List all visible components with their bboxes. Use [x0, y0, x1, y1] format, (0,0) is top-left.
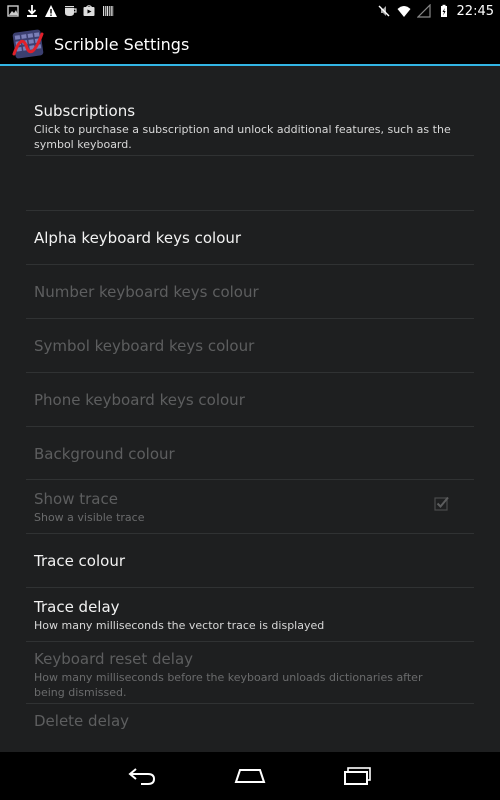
warning-icon: [45, 5, 57, 17]
pref-summary: Click to purchase a subscription and unl…: [34, 123, 451, 151]
pref-title: Number keyboard keys colour: [34, 283, 259, 301]
navigation-bar: [0, 752, 500, 800]
pref-title: Phone keyboard keys colour: [34, 391, 245, 409]
back-button[interactable]: [102, 752, 182, 800]
pref-delete-delay: Delete delay: [26, 704, 474, 752]
pref-symbol-keys-colour: Symbol keyboard keys colour: [26, 319, 474, 373]
pref-summary: How many milliseconds before the keyboar…: [34, 671, 423, 699]
app-logo-icon[interactable]: [10, 26, 46, 62]
image-icon: [7, 5, 19, 17]
pref-summary: Show a visible trace: [34, 511, 145, 524]
pref-subscriptions[interactable]: Subscriptions Click to purchase a subscr…: [26, 86, 474, 156]
pref-number-keys-colour: Number keyboard keys colour: [26, 265, 474, 319]
pref-trace-delay[interactable]: Trace delay How many milliseconds the ve…: [26, 588, 474, 642]
pref-alpha-keys-colour[interactable]: Alpha keyboard keys colour: [26, 211, 474, 265]
home-icon: [234, 769, 266, 783]
mute-icon: [378, 5, 390, 17]
recents-button[interactable]: [318, 752, 398, 800]
pref-title: Trace delay: [34, 598, 120, 616]
cup-icon: [65, 6, 77, 16]
action-bar: Scribble Settings: [0, 22, 500, 66]
pref-title: Delete delay: [34, 712, 130, 730]
battery-charging-icon: [440, 4, 447, 17]
signal-icon: [416, 4, 431, 18]
notification-icons: [6, 4, 115, 18]
pref-background-colour: Background colour: [26, 427, 474, 480]
clock: 22:45: [456, 3, 494, 19]
download-icon: [27, 5, 37, 17]
pref-title: Background colour: [34, 445, 175, 463]
show-trace-checkbox: [434, 496, 449, 511]
pref-title: Show trace: [34, 490, 118, 508]
status-bar: 22:45: [0, 0, 500, 22]
system-icons: 22:45: [377, 4, 494, 19]
wifi-icon: [397, 6, 411, 17]
pref-spacer: [26, 156, 474, 211]
pref-phone-keys-colour: Phone keyboard keys colour: [26, 373, 474, 427]
pref-title: Keyboard reset delay: [34, 650, 194, 668]
pref-show-trace: Show trace Show a visible trace: [26, 480, 474, 534]
home-button[interactable]: [210, 752, 290, 800]
play-store-icon: [83, 5, 95, 16]
back-icon: [128, 768, 156, 785]
recents-icon: [344, 767, 371, 785]
pref-title: Subscriptions: [34, 102, 136, 120]
barcode-icon: [103, 6, 114, 16]
pref-keyboard-reset-delay: Keyboard reset delay How many millisecon…: [26, 642, 474, 704]
page-title: Scribble Settings: [54, 34, 190, 54]
pref-trace-colour[interactable]: Trace colour: [26, 534, 474, 588]
pref-title: Trace colour: [34, 552, 126, 570]
pref-summary: How many milliseconds the vector trace i…: [34, 619, 325, 632]
preferences-list[interactable]: Subscriptions Click to purchase a subscr…: [0, 68, 500, 752]
pref-title: Symbol keyboard keys colour: [34, 337, 255, 355]
pref-title: Alpha keyboard keys colour: [34, 229, 242, 247]
